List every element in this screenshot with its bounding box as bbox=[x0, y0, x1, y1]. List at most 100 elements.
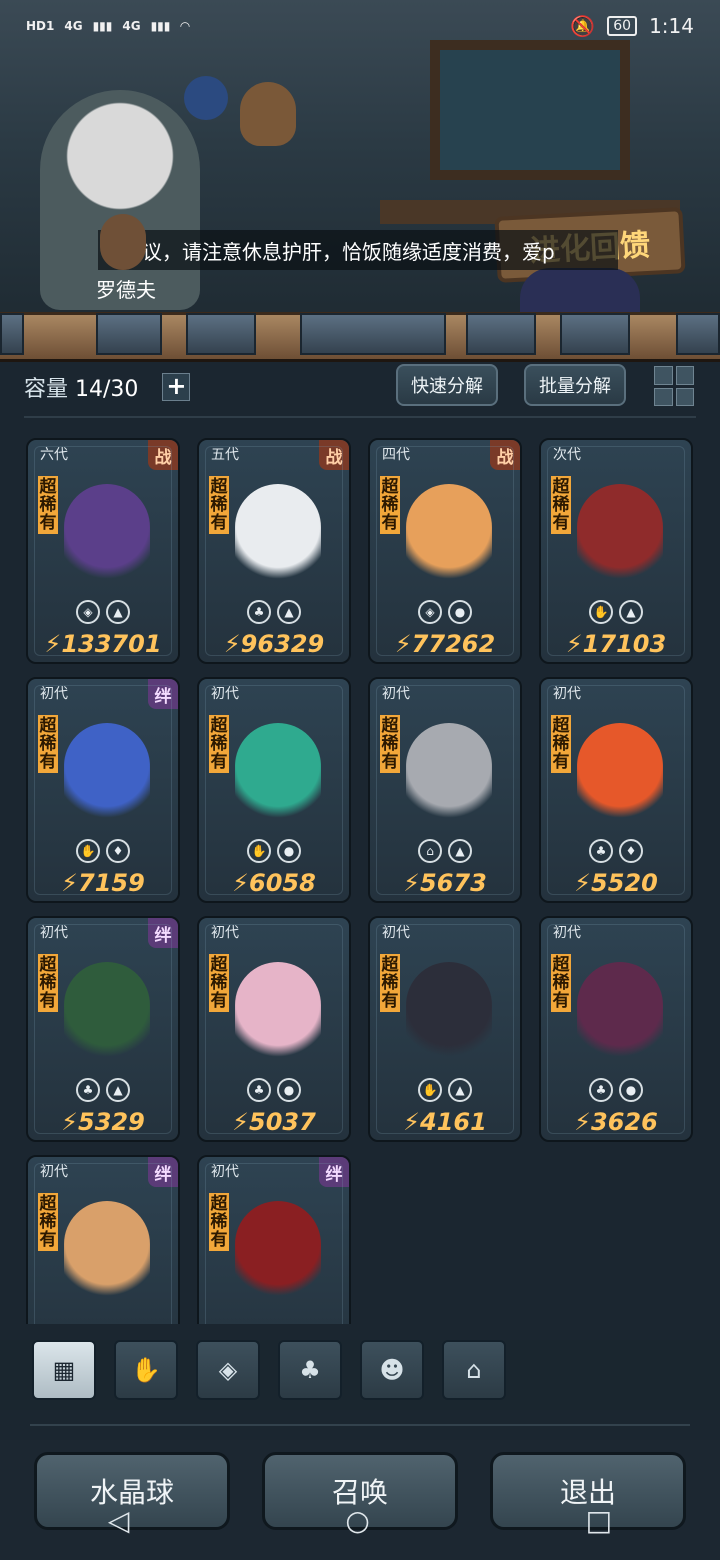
monster-portrait bbox=[64, 484, 150, 588]
monster-card[interactable]: 初代 超稀有 ♣ ● ⚡5037 bbox=[197, 916, 351, 1142]
add-capacity-button[interactable]: + bbox=[162, 373, 191, 401]
network-4g-2: 4G bbox=[122, 19, 141, 33]
monster-card[interactable]: 初代 绊超稀有 ✋ ♦ ⚡7159 bbox=[26, 677, 180, 903]
power-value: ⚡5329 bbox=[61, 1108, 145, 1136]
element-icons: ✋ ● bbox=[199, 839, 349, 863]
rarity-badge: 超稀有 bbox=[209, 476, 229, 534]
globe-art bbox=[184, 76, 228, 120]
monster-card[interactable]: 初代 绊超稀有 ♣ ▲ ⚡5329 bbox=[26, 916, 180, 1142]
batch-decompose-button[interactable]: 批量分解 bbox=[524, 364, 626, 406]
monster-portrait bbox=[64, 962, 150, 1066]
card-tag-badge: 战 bbox=[490, 440, 520, 470]
ghost-character bbox=[520, 268, 640, 318]
monster-portrait bbox=[235, 962, 321, 1066]
rarity-badge: 超稀有 bbox=[38, 954, 58, 1012]
grid-view-toggle[interactable] bbox=[654, 366, 694, 406]
divider bbox=[24, 416, 696, 418]
monster-card[interactable]: 初代 超稀有 ♣ ● ⚡3626 bbox=[539, 916, 693, 1142]
rarity-badge: 超稀有 bbox=[551, 476, 571, 534]
power-value: ⚡133701 bbox=[44, 630, 162, 658]
monster-grid: 六代战超稀有 ◈ ▲ ⚡133701 五代战超稀有 ♣ ▲ ⚡96329 四代战超稀有 ◈ ● ⚡77… bbox=[26, 438, 696, 1324]
monster-card[interactable]: 四代 战超稀有 ◈ ● ⚡77262 bbox=[368, 438, 522, 664]
battery-indicator: 60 bbox=[607, 16, 638, 36]
card-tag-badge: 绊 bbox=[148, 1157, 178, 1187]
mute-icon: 🔕 bbox=[570, 14, 596, 38]
monster-card[interactable]: 初代 超稀有 ⌂ ▲ ⚡5673 bbox=[368, 677, 522, 903]
filter-claw-button[interactable]: ✋ bbox=[114, 1340, 178, 1400]
card-tag-badge: 绊 bbox=[148, 918, 178, 948]
generation-label: 初代 bbox=[40, 1164, 68, 1180]
rarity-badge: 超稀有 bbox=[38, 715, 58, 773]
generation-label: 四代 bbox=[382, 447, 410, 463]
element-icons: ✋ ▲ bbox=[541, 600, 691, 624]
fire-icon: ♦ bbox=[106, 839, 130, 863]
rarity-badge: 超稀有 bbox=[38, 1193, 58, 1251]
power-value: ⚡5673 bbox=[403, 869, 487, 897]
filter-leaf-button[interactable]: ♣ bbox=[278, 1340, 342, 1400]
generation-label: 初代 bbox=[553, 925, 581, 941]
filter-divider bbox=[30, 1424, 690, 1426]
generation-label: 初代 bbox=[40, 925, 68, 941]
element-icons: ◈ ● bbox=[370, 600, 520, 624]
monster-card[interactable]: 初代 绊超稀有 bbox=[26, 1155, 180, 1324]
generation-label: 次代 bbox=[553, 447, 581, 463]
bottom-bar: 水晶球 召唤 退出 bbox=[0, 1440, 720, 1560]
monster-card[interactable]: 初代 绊超稀有 bbox=[197, 1155, 351, 1324]
earth-icon: ▲ bbox=[619, 600, 643, 624]
leaf-icon: ♣ bbox=[247, 1078, 271, 1102]
claw-icon: ✋ bbox=[247, 839, 271, 863]
monster-portrait bbox=[64, 723, 150, 827]
filter-all-button[interactable]: ▦ bbox=[32, 1340, 96, 1400]
element-icons: ✋ ▲ bbox=[370, 1078, 520, 1102]
window-art bbox=[430, 40, 630, 180]
generation-label: 初代 bbox=[382, 925, 410, 941]
crystal-ball-button[interactable]: 水晶球 bbox=[34, 1452, 230, 1530]
filter-alien-button[interactable]: ☻ bbox=[360, 1340, 424, 1400]
monster-card[interactable]: 初代 超稀有 ♣ ♦ ⚡5520 bbox=[539, 677, 693, 903]
sim1-tag: HD1 bbox=[26, 19, 55, 33]
power-value: ⚡96329 bbox=[223, 630, 325, 658]
rarity-badge: 超稀有 bbox=[380, 476, 400, 534]
rarity-badge: 超稀有 bbox=[209, 1193, 229, 1251]
capacity-value: 14/30 bbox=[75, 377, 139, 402]
shield-icon: ◈ bbox=[418, 600, 442, 624]
element-icons: ◈ ▲ bbox=[28, 600, 178, 624]
tower-icon: ⌂ bbox=[466, 1356, 482, 1384]
monster-portrait bbox=[406, 484, 492, 588]
filter-shield-button[interactable]: ◈ bbox=[196, 1340, 260, 1400]
monster-card[interactable]: 初代 超稀有 ✋ ● ⚡6058 bbox=[197, 677, 351, 903]
water-icon: ● bbox=[277, 839, 301, 863]
monster-portrait bbox=[406, 723, 492, 827]
rarity-badge: 超稀有 bbox=[380, 715, 400, 773]
rarity-badge: 超稀有 bbox=[38, 476, 58, 534]
generation-label: 初代 bbox=[211, 1164, 239, 1180]
element-icons: ♣ ● bbox=[199, 1078, 349, 1102]
signal-icon-2: ▮▮▮ bbox=[150, 19, 171, 33]
all-icon: ▦ bbox=[52, 1356, 76, 1384]
claw-icon: ✋ bbox=[76, 839, 100, 863]
quick-decompose-button[interactable]: 快速分解 bbox=[396, 364, 498, 406]
power-value: ⚡77262 bbox=[394, 630, 496, 658]
element-icons: ♣ ▲ bbox=[28, 1078, 178, 1102]
element-icons: ♣ ● bbox=[541, 1078, 691, 1102]
speaker-name: 罗德夫 bbox=[96, 278, 156, 302]
claw-icon: ✋ bbox=[131, 1356, 161, 1384]
monster-card[interactable]: 次代 超稀有 ✋ ▲ ⚡17103 bbox=[539, 438, 693, 664]
summon-button[interactable]: 召唤 bbox=[262, 1452, 458, 1530]
dialog-bubble: 议，请注意休息护肝，恰饭随缘适度消费，爱p bbox=[98, 230, 618, 270]
exit-button[interactable]: 退出 bbox=[490, 1452, 686, 1530]
shield-icon: ◈ bbox=[218, 1356, 238, 1384]
tower-icon: ⌂ bbox=[418, 839, 442, 863]
water-icon: ● bbox=[277, 1078, 301, 1102]
signal-icon: ▮▮▮ bbox=[92, 19, 113, 33]
monster-card[interactable]: 初代 超稀有 ✋ ▲ ⚡4161 bbox=[368, 916, 522, 1142]
capacity-label: 容量 14/30 bbox=[24, 377, 139, 402]
monster-portrait bbox=[64, 1201, 150, 1305]
rarity-badge: 超稀有 bbox=[209, 954, 229, 1012]
monster-card[interactable]: 六代 战超稀有 ◈ ▲ ⚡133701 bbox=[26, 438, 180, 664]
owl-art bbox=[240, 82, 296, 146]
monster-portrait bbox=[406, 962, 492, 1066]
monster-card[interactable]: 五代 战超稀有 ♣ ▲ ⚡96329 bbox=[197, 438, 351, 664]
filter-tower-button[interactable]: ⌂ bbox=[442, 1340, 506, 1400]
power-value: ⚡5037 bbox=[232, 1108, 316, 1136]
